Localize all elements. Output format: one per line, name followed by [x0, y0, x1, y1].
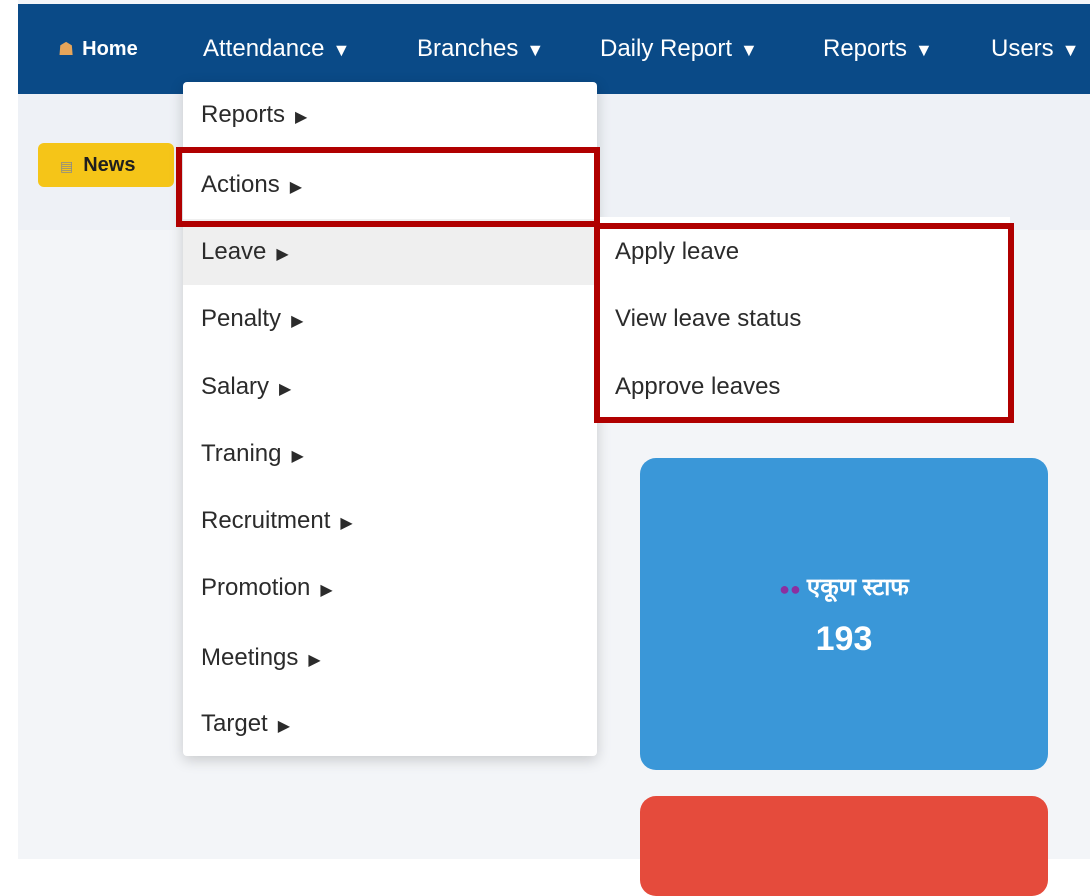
nav-users[interactable]: Users ▼: [991, 4, 1080, 94]
nav-attendance[interactable]: Attendance ▼: [203, 4, 350, 94]
menu-item-label: Meetings: [201, 644, 299, 671]
chevron-right-icon: ▶: [320, 582, 333, 599]
chevron-down-icon: ▼: [915, 40, 933, 60]
menu-item-target[interactable]: Target ▶: [183, 691, 597, 757]
menu-item-leave[interactable]: Leave ▶: [183, 219, 597, 285]
submenu-item-approve-leaves[interactable]: Approve leaves: [597, 354, 1010, 420]
chevron-right-icon: ▶: [291, 448, 304, 465]
chevron-right-icon: ▶: [308, 652, 321, 669]
menu-item-label: Target: [201, 710, 268, 737]
total-staff-label: एकूण स्टाफ: [806, 574, 909, 601]
menu-item-reports[interactable]: Reports ▶: [183, 82, 597, 148]
menu-item-label: Promotion: [201, 574, 311, 601]
menu-item-actions[interactable]: Actions ▶: [183, 152, 597, 218]
menu-item-meetings[interactable]: Meetings ▶: [183, 625, 597, 691]
chevron-right-icon: ▶: [279, 381, 292, 398]
news-badge[interactable]: ▤ News: [38, 143, 174, 187]
menu-item-label: Traning: [201, 440, 282, 467]
total-staff-card[interactable]: ●● एकूण स्टाफ 193: [640, 458, 1048, 770]
chevron-right-icon: ▶: [291, 313, 304, 330]
chevron-right-icon: ▶: [289, 179, 303, 196]
nav-home-link[interactable]: ☗ Home: [58, 4, 138, 94]
menu-item-label: Actions: [201, 171, 280, 198]
nav-attendance-label: Attendance: [203, 35, 325, 62]
menu-item-recruitment[interactable]: Recruitment ▶: [183, 488, 597, 554]
nav-daily-report-label: Daily Report: [600, 35, 733, 62]
chevron-right-icon: ▶: [340, 515, 353, 532]
menu-item-label: Salary: [201, 373, 270, 400]
nav-users-label: Users: [991, 35, 1054, 62]
attendance-dropdown-menu: Reports ▶ Actions ▶ Leave ▶ Penalty ▶ Salary…: [183, 82, 597, 756]
nav-branches-label: Branches: [417, 35, 519, 62]
people-icon: ●●: [779, 579, 801, 599]
menu-item-label: Penalty: [201, 305, 282, 332]
nav-branches[interactable]: Branches ▼: [417, 4, 544, 94]
nav-daily-report[interactable]: Daily Report ▼: [600, 4, 758, 94]
chevron-down-icon: ▼: [526, 40, 545, 60]
stat-card-red[interactable]: [640, 796, 1048, 896]
nav-reports[interactable]: Reports ▼: [823, 4, 933, 94]
home-icon: ☗: [58, 39, 75, 59]
menu-item-traning[interactable]: Traning ▶: [183, 421, 597, 487]
top-navbar: ☗ Home Attendance ▼ Branches ▼ Daily Report…: [18, 4, 1090, 94]
total-staff-title: ●● एकूण स्टाफ: [640, 570, 1048, 603]
menu-item-promotion[interactable]: Promotion ▶: [183, 555, 597, 621]
menu-item-label: Recruitment: [201, 507, 331, 534]
news-label: News: [83, 154, 136, 176]
menu-item-salary[interactable]: Salary ▶: [183, 354, 597, 420]
menu-item-label: Leave: [201, 238, 267, 265]
menu-item-penalty[interactable]: Penalty ▶: [183, 286, 597, 352]
submenu-item-apply-leave[interactable]: Apply leave: [597, 219, 1010, 285]
chevron-right-icon: ▶: [276, 246, 289, 263]
nav-home-label: Home: [82, 38, 138, 60]
total-staff-value: 193: [815, 620, 873, 658]
newspaper-icon: ▤: [60, 158, 74, 174]
chevron-right-icon: ▶: [277, 718, 291, 735]
submenu-item-view-leave-status[interactable]: View leave status: [597, 286, 1010, 352]
chevron-right-icon: ▶: [295, 109, 308, 126]
nav-reports-label: Reports: [823, 35, 908, 62]
menu-item-label: Reports: [201, 101, 286, 128]
chevron-down-icon: ▼: [740, 40, 758, 60]
chevron-down-icon: ▼: [1061, 40, 1080, 60]
chevron-down-icon: ▼: [332, 40, 351, 60]
leave-submenu: Apply leave View leave status Approve le…: [597, 217, 1010, 421]
